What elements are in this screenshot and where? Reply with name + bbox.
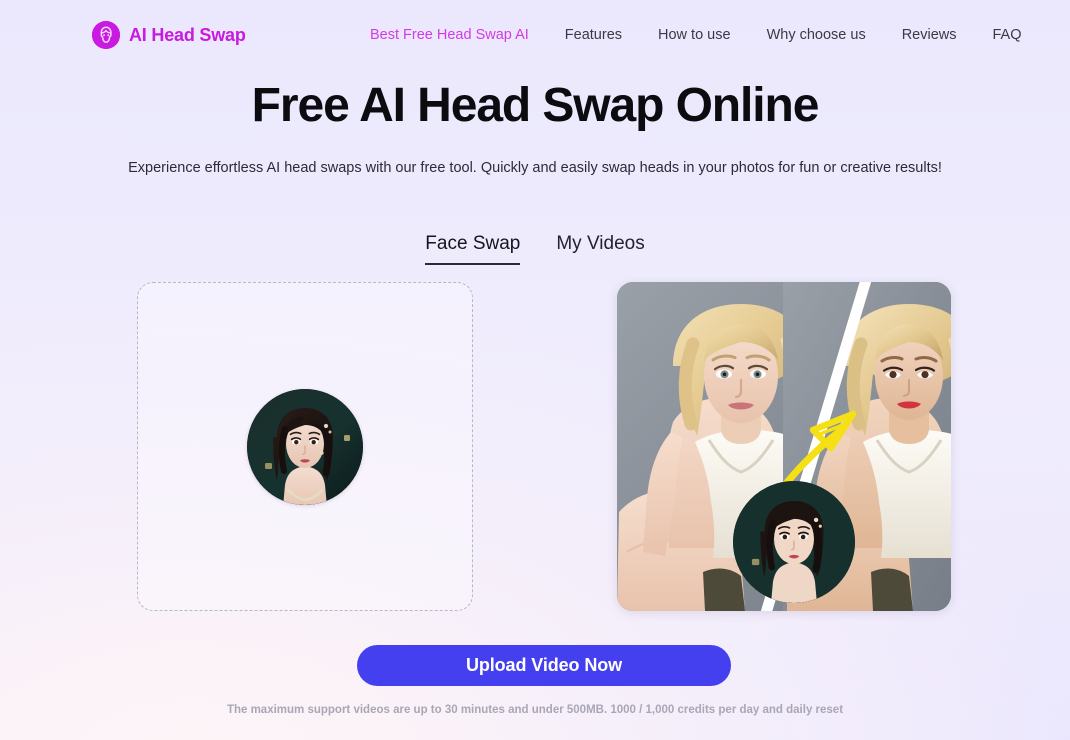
nav-item-faq[interactable]: FAQ xyxy=(975,26,1040,45)
brand-logo[interactable]: AI Head Swap xyxy=(92,21,246,49)
before-after-preview[interactable] xyxy=(617,282,951,611)
main-nav: Best Free Head Swap AI Features How to u… xyxy=(370,26,1040,45)
uploaded-face-thumbnail[interactable] xyxy=(247,388,363,505)
nav-item-features[interactable]: Features xyxy=(547,26,640,45)
tab-bar: Face Swap My Videos xyxy=(0,232,1070,265)
page-root: AI Head Swap Best Free Head Swap AI Feat… xyxy=(0,0,1070,740)
tab-my-videos[interactable]: My Videos xyxy=(556,232,644,265)
upload-video-button[interactable]: Upload Video Now xyxy=(357,645,731,686)
nav-item-best-free-head-swap-ai[interactable]: Best Free Head Swap AI xyxy=(370,26,547,45)
page-title: Free AI Head Swap Online xyxy=(251,79,820,132)
page-subtitle: Experience effortless AI head swaps with… xyxy=(128,160,942,176)
brand-name: AI Head Swap xyxy=(129,24,246,45)
upload-limits-note: The maximum support videos are up to 30 … xyxy=(226,704,844,716)
nav-item-why-choose-us[interactable]: Why choose us xyxy=(749,26,884,45)
nav-item-reviews[interactable]: Reviews xyxy=(884,26,975,45)
workspace xyxy=(0,282,1070,612)
site-header: AI Head Swap Best Free Head Swap AI Feat… xyxy=(0,0,1070,70)
nav-item-how-to-use[interactable]: How to use xyxy=(640,26,749,45)
tab-face-swap[interactable]: Face Swap xyxy=(425,232,521,265)
head-swap-logo-icon xyxy=(92,21,120,49)
upload-dropzone[interactable] xyxy=(137,282,473,611)
source-face-circle xyxy=(733,481,855,603)
